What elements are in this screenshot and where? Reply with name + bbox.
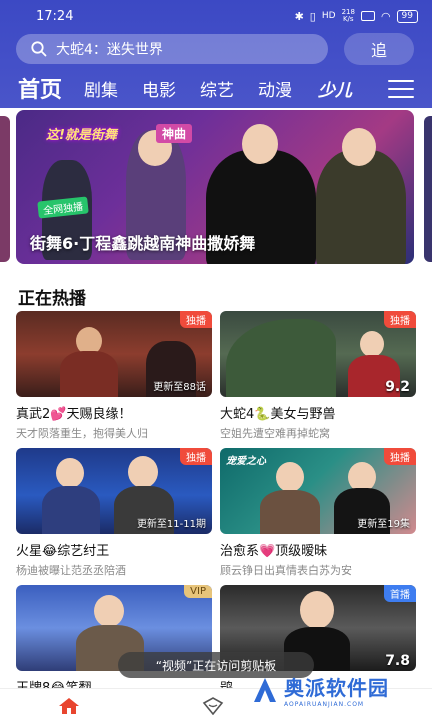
banner-title: 街舞6·丁程鑫跳越南神曲撒娇舞 xyxy=(30,234,256,253)
card-title: 大蛇4🐍美女与野兽 xyxy=(220,407,336,422)
list-item[interactable]: 独播 9.2 大蛇4🐍美女与野兽 空姐先遭空难再掉蛇窝 xyxy=(220,311,416,441)
card-thumbnail: 独播 9.2 xyxy=(220,311,416,397)
tab-kids[interactable]: 少儿 xyxy=(318,76,352,101)
status-badge: 独播 xyxy=(180,311,212,328)
signal-icon xyxy=(360,11,375,21)
banner-next-peek[interactable] xyxy=(424,116,432,262)
status-bar: 17:24 ✱ ▯ HD 218 K/s ◠ 99 xyxy=(0,0,432,32)
battery-icon: 99 xyxy=(396,9,418,23)
tab-variety[interactable]: 综艺 xyxy=(200,76,234,101)
net-speed-unit: K/s xyxy=(342,15,354,23)
card-title: 真武2💕天赐良缘！ xyxy=(16,407,132,422)
search-input[interactable]: 大蛇4：迷失世界 xyxy=(16,34,328,64)
tab-anime[interactable]: 动漫 xyxy=(258,76,292,101)
card-thumbnail: 独播 更新至11-11期 xyxy=(16,448,212,534)
card-title: 火星😂综艺纣王 xyxy=(16,544,110,559)
vibrate-icon: ▯ xyxy=(309,9,316,23)
tab-movie[interactable]: 电影 xyxy=(142,76,176,101)
banner-figure xyxy=(316,150,406,264)
watermark-text: 奥派软件园 xyxy=(284,676,389,700)
card-subtitle: 顾云铮日出真情表白苏为安 xyxy=(220,564,352,577)
card-subtitle: 天才陨落重生，抱得美人归 xyxy=(16,427,148,440)
thumb-figure xyxy=(260,490,320,534)
section-title: 正在热播 xyxy=(18,289,86,309)
thumb-figure xyxy=(128,456,158,488)
list-item[interactable]: 独播 更新至88话 真武2💕天赐良缘！ 天才陨落重生，抱得美人归 xyxy=(16,311,212,441)
rating-score: 9.2 xyxy=(385,379,410,395)
wifi-icon: ◠ xyxy=(380,9,391,23)
discover-icon[interactable] xyxy=(202,697,224,715)
list-item[interactable]: 独播 更新至11-11期 火星😂综艺纣王 杨迪被曝让范丞丞陪酒 xyxy=(16,448,212,578)
thumb-figure xyxy=(94,595,124,627)
banner-show-logo: 这!就是街舞 xyxy=(46,128,117,143)
status-badge: 独播 xyxy=(384,448,416,465)
watermark: 奥派软件园 AOPAIRUANJIAN.COM xyxy=(252,672,389,708)
category-tabs: 首页 剧集 电影 综艺 动漫 少儿 xyxy=(0,70,432,106)
status-icons: ✱ ▯ HD 218 K/s ◠ 99 xyxy=(295,9,418,23)
hd-icon: HD xyxy=(321,11,336,21)
home-icon[interactable] xyxy=(58,697,80,715)
top-header: 17:24 ✱ ▯ HD 218 K/s ◠ 99 大蛇4：迷失世界 追 首页 … xyxy=(0,0,432,108)
update-status: 更新至11-11期 xyxy=(136,519,206,530)
thumb-figure xyxy=(56,458,84,488)
banner-face xyxy=(242,124,278,164)
tab-home[interactable]: 首页 xyxy=(18,72,62,104)
update-status: 更新至88话 xyxy=(153,382,206,393)
banner-song-label: 神曲 xyxy=(156,124,193,143)
battery-level: 99 xyxy=(401,10,413,21)
thumb-figure xyxy=(60,351,118,397)
status-badge: 独播 xyxy=(180,448,212,465)
watermark-logo-icon xyxy=(254,678,276,702)
list-item[interactable]: VIP 王牌8😂笑翻 xyxy=(16,585,212,696)
watermark-url: AOPAIRUANJIAN.COM xyxy=(284,701,365,708)
search-icon xyxy=(31,41,47,57)
bluetooth-icon: ✱ xyxy=(294,9,304,23)
banner-face xyxy=(342,128,376,166)
net-speed: 218 K/s xyxy=(342,9,355,23)
banner-prev-peek[interactable] xyxy=(0,116,10,262)
update-status: 更新至19集 xyxy=(357,519,410,530)
card-thumbnail: 宠爱之心 独播 更新至19集 xyxy=(220,448,416,534)
card-title: 治愈系💗顶级暧昧 xyxy=(220,544,328,559)
follow-button[interactable]: 追 xyxy=(344,33,414,65)
thumb-figure xyxy=(276,462,304,492)
search-query: 大蛇4：迷失世界 xyxy=(56,42,163,58)
list-item[interactable]: 宠爱之心 独播 更新至19集 治愈系💗顶级暧昧 顾云铮日出真情表白苏为安 xyxy=(220,448,416,578)
card-subtitle: 空姐先遭空难再掉蛇窝 xyxy=(220,427,330,440)
vip-badge: VIP xyxy=(184,585,212,598)
status-badge: 独播 xyxy=(384,311,416,328)
hero-banner[interactable]: 这!就是街舞 神曲 全网独播 街舞6·丁程鑫跳越南神曲撒娇舞 xyxy=(16,110,414,264)
status-time: 17:24 xyxy=(36,9,74,24)
thumb-figure xyxy=(300,591,334,629)
tab-series[interactable]: 剧集 xyxy=(84,76,118,101)
thumb-figure xyxy=(226,319,336,397)
card-subtitle: 杨迪被曝让范丞丞陪酒 xyxy=(16,564,126,577)
card-thumbnail: 独播 更新至88话 xyxy=(16,311,212,397)
show-logo: 宠爱之心 xyxy=(226,456,266,467)
thumb-figure xyxy=(42,486,100,534)
status-badge: 首播 xyxy=(384,585,416,602)
thumb-figure xyxy=(360,331,384,357)
menu-icon[interactable] xyxy=(388,80,414,100)
rating-score: 7.8 xyxy=(385,653,410,669)
